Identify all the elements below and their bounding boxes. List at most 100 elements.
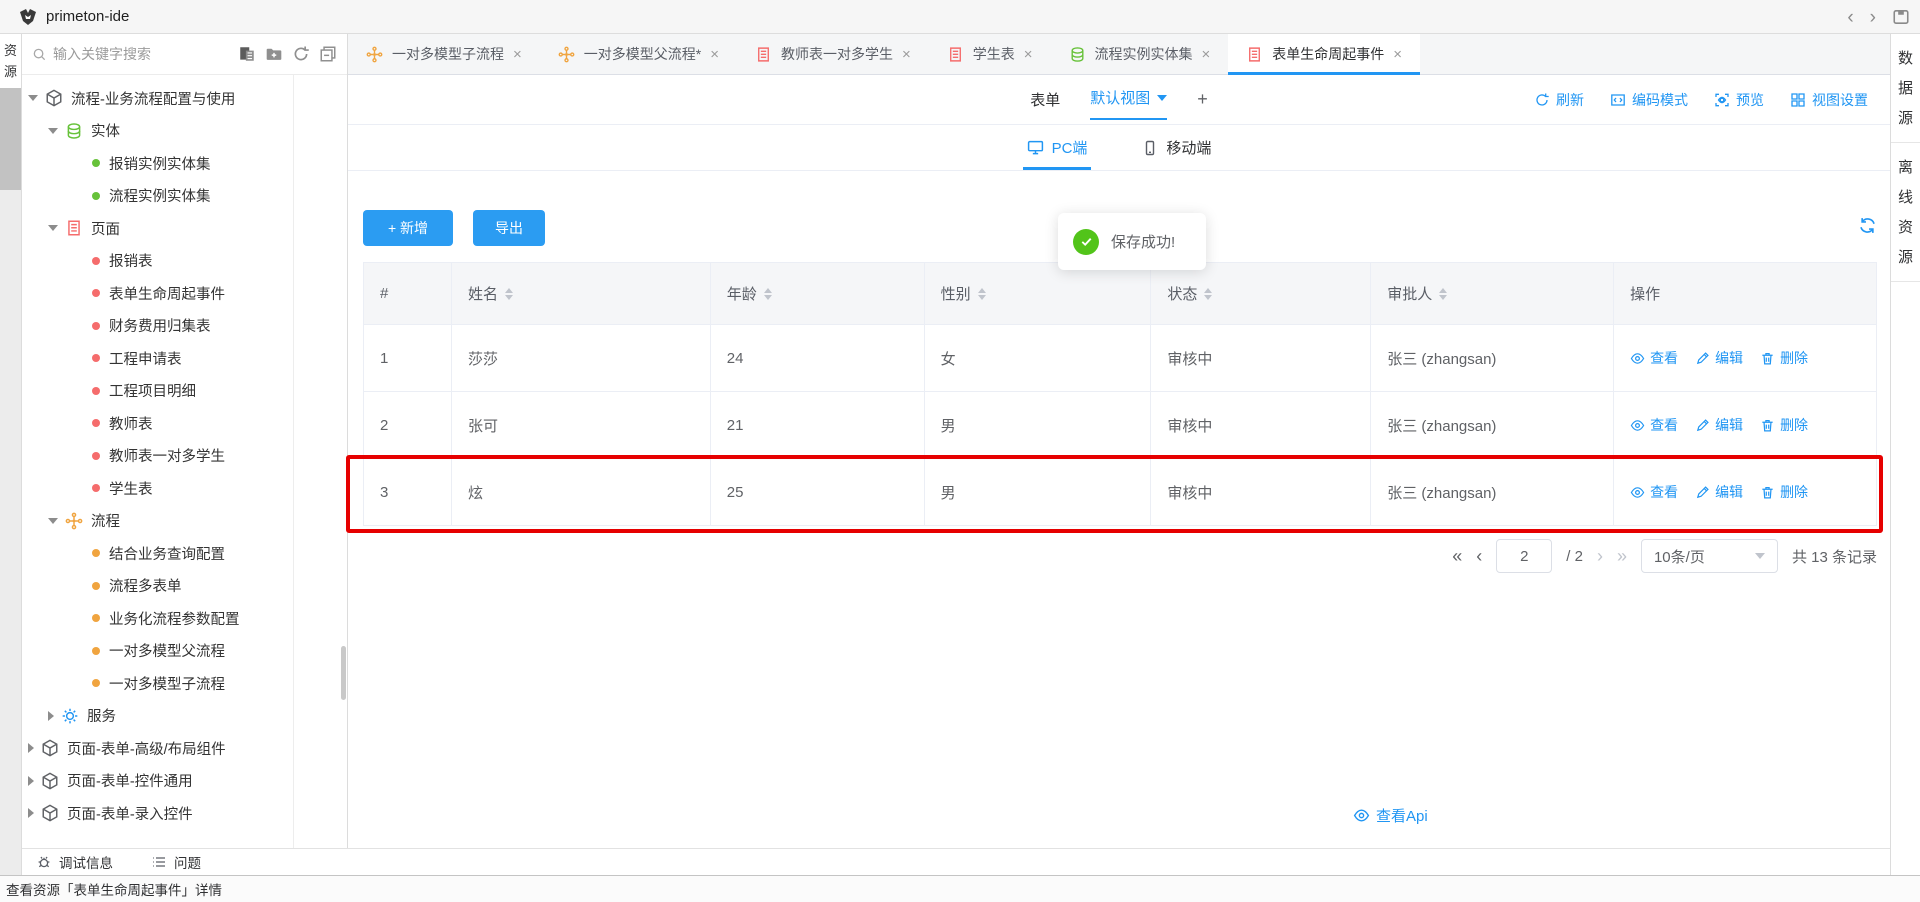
tree-collapse-arrow-icon[interactable] bbox=[48, 711, 54, 721]
delete-link[interactable]: 删除 bbox=[1760, 415, 1808, 435]
edit-link[interactable]: 编辑 bbox=[1695, 415, 1743, 435]
edit-link[interactable]: 编辑 bbox=[1695, 482, 1743, 502]
page-number-input[interactable]: 2 bbox=[1496, 539, 1552, 573]
tree-item[interactable]: 页面-表单-控件通用 bbox=[22, 765, 340, 798]
close-icon[interactable]: × bbox=[710, 46, 719, 63]
nav-forward-icon[interactable]: › bbox=[1870, 8, 1876, 27]
delete-link[interactable]: 删除 bbox=[1760, 348, 1808, 368]
tree-item[interactable]: 表单生命周起事件 bbox=[22, 277, 340, 310]
close-icon[interactable]: × bbox=[1024, 46, 1033, 63]
add-record-button[interactable]: + 新增 bbox=[363, 210, 453, 246]
search-input[interactable]: 输入关键字搜索 bbox=[32, 44, 237, 64]
sort-caret-icon[interactable] bbox=[764, 288, 772, 300]
right-rail-char: 离 bbox=[1898, 156, 1913, 177]
page-size-select[interactable]: 10条/页 bbox=[1641, 539, 1778, 573]
tab-mobile[interactable]: 移动端 bbox=[1142, 125, 1211, 170]
editor-tab[interactable]: 表单生命周起事件× bbox=[1228, 34, 1420, 74]
preview-action-button[interactable]: 预览 bbox=[1714, 90, 1764, 110]
tree-expand-arrow-icon[interactable] bbox=[48, 225, 58, 231]
tree-collapse-arrow-icon[interactable] bbox=[28, 743, 34, 753]
page-last-button[interactable]: » bbox=[1617, 546, 1627, 567]
problems-button[interactable]: 问题 bbox=[151, 852, 201, 872]
add-view-button[interactable]: + bbox=[1197, 89, 1208, 110]
table-actions-cell: 查看编辑删除 bbox=[1614, 392, 1877, 459]
tree-item-label: 工程申请表 bbox=[109, 348, 182, 369]
nav-back-icon[interactable]: ‹ bbox=[1847, 8, 1853, 27]
column-header-label: 审批人 bbox=[1387, 283, 1432, 304]
view-link[interactable]: 查看 bbox=[1630, 415, 1678, 435]
tree-item[interactable]: 流程实例实体集 bbox=[22, 180, 340, 213]
close-icon[interactable]: × bbox=[1393, 46, 1402, 63]
view-api-link[interactable]: 查看Api bbox=[1353, 805, 1428, 826]
page-first-button[interactable]: « bbox=[1452, 546, 1462, 567]
table-row[interactable]: 2张可21男审核中张三 (zhangsan)查看编辑删除 bbox=[364, 392, 1877, 459]
new-folder-icon[interactable] bbox=[264, 45, 283, 64]
view-link[interactable]: 查看 bbox=[1630, 348, 1678, 368]
tree-item[interactable]: 工程项目明细 bbox=[22, 375, 340, 408]
right-rail-item-1[interactable]: 数据源 bbox=[1891, 34, 1920, 143]
tree-item[interactable]: 工程申请表 bbox=[22, 342, 340, 375]
tab-pc[interactable]: PC端 bbox=[1027, 125, 1088, 170]
edit-link[interactable]: 编辑 bbox=[1695, 348, 1743, 368]
tree-item[interactable]: 实体 bbox=[22, 115, 340, 148]
window-layout-icon[interactable] bbox=[1892, 8, 1910, 26]
tree-collapse-arrow-icon[interactable] bbox=[28, 776, 34, 786]
close-icon[interactable]: × bbox=[513, 46, 522, 63]
tree-scrollbar[interactable] bbox=[341, 646, 346, 700]
page-prev-button[interactable]: ‹ bbox=[1476, 546, 1482, 567]
tree-item[interactable]: 结合业务查询配置 bbox=[22, 537, 340, 570]
tree-expand-arrow-icon[interactable] bbox=[48, 128, 58, 134]
tree-item[interactable]: 流程多表单 bbox=[22, 570, 340, 603]
tree-item[interactable]: 流程 bbox=[22, 505, 340, 538]
editor-tab[interactable]: 教师表一对多学生× bbox=[737, 34, 929, 74]
sort-caret-icon[interactable] bbox=[978, 288, 986, 300]
debug-info-button[interactable]: 调试信息 bbox=[36, 852, 113, 872]
page-next-button[interactable]: › bbox=[1597, 546, 1603, 567]
tree-item[interactable]: 业务化流程参数配置 bbox=[22, 602, 340, 635]
close-icon[interactable]: × bbox=[1202, 46, 1211, 63]
tree-item[interactable]: 学生表 bbox=[22, 472, 340, 505]
export-button[interactable]: 导出 bbox=[473, 210, 545, 246]
tree-item[interactable]: 流程-业务流程配置与使用 bbox=[22, 82, 340, 115]
tree-expand-arrow-icon[interactable] bbox=[28, 95, 38, 101]
tree-item[interactable]: 服务 bbox=[22, 700, 340, 733]
tree-item[interactable]: 教师表一对多学生 bbox=[22, 440, 340, 473]
tree-item[interactable]: 财务费用归集表 bbox=[22, 310, 340, 343]
sort-caret-icon[interactable] bbox=[1204, 288, 1212, 300]
tree-collapse-arrow-icon[interactable] bbox=[28, 808, 34, 818]
tree-item[interactable]: 一对多模型父流程 bbox=[22, 635, 340, 668]
editor-tab[interactable]: 一对多模型父流程*× bbox=[540, 34, 737, 74]
tree-item[interactable]: 页面-表单-高级/布局组件 bbox=[22, 732, 340, 765]
tab-form[interactable]: 表单 bbox=[1030, 89, 1060, 110]
tree-item[interactable]: 报销实例实体集 bbox=[22, 147, 340, 180]
sort-caret-icon[interactable] bbox=[505, 288, 513, 300]
tree-item[interactable]: 报销表 bbox=[22, 245, 340, 278]
editor-tab[interactable]: 学生表× bbox=[929, 34, 1051, 74]
refresh-action-button[interactable]: 刷新 bbox=[1534, 90, 1584, 110]
refresh-tree-icon[interactable] bbox=[291, 45, 310, 64]
table-row[interactable]: 1莎莎24女审核中张三 (zhangsan)查看编辑删除 bbox=[364, 325, 1877, 392]
grid-action-button[interactable]: 视图设置 bbox=[1790, 90, 1868, 110]
table-refresh-icon[interactable] bbox=[1858, 216, 1877, 235]
close-icon[interactable]: × bbox=[902, 46, 911, 63]
editor-tab[interactable]: 流程实例实体集× bbox=[1051, 34, 1229, 74]
locate-file-icon[interactable] bbox=[237, 45, 256, 64]
tree-item[interactable]: 教师表 bbox=[22, 407, 340, 440]
tree-item[interactable]: 页面-表单-录入控件 bbox=[22, 797, 340, 830]
column-header-label: 状态 bbox=[1167, 283, 1197, 304]
sort-caret-icon[interactable] bbox=[1439, 288, 1447, 300]
view-selector[interactable]: 默认视图 bbox=[1090, 87, 1167, 112]
tree-item[interactable]: 一对多模型子流程 bbox=[22, 667, 340, 700]
editor-tab[interactable]: 一对多模型子流程× bbox=[348, 34, 540, 74]
tree-item[interactable]: 页面 bbox=[22, 212, 340, 245]
table-row[interactable]: 3炫25男审核中张三 (zhangsan)查看编辑删除 bbox=[364, 459, 1877, 526]
left-rail-scrollbar[interactable] bbox=[0, 88, 21, 190]
debug-item-label: 问题 bbox=[174, 852, 201, 872]
right-rail-item-2[interactable]: 离线资源 bbox=[1891, 143, 1920, 282]
collapse-all-icon[interactable] bbox=[318, 45, 337, 64]
tree-expand-arrow-icon[interactable] bbox=[48, 518, 58, 524]
code-action-button[interactable]: 编码模式 bbox=[1610, 90, 1688, 110]
rail-tab-resources[interactable]: 资源 bbox=[0, 34, 21, 88]
delete-link[interactable]: 删除 bbox=[1760, 482, 1808, 502]
view-link[interactable]: 查看 bbox=[1630, 482, 1678, 502]
